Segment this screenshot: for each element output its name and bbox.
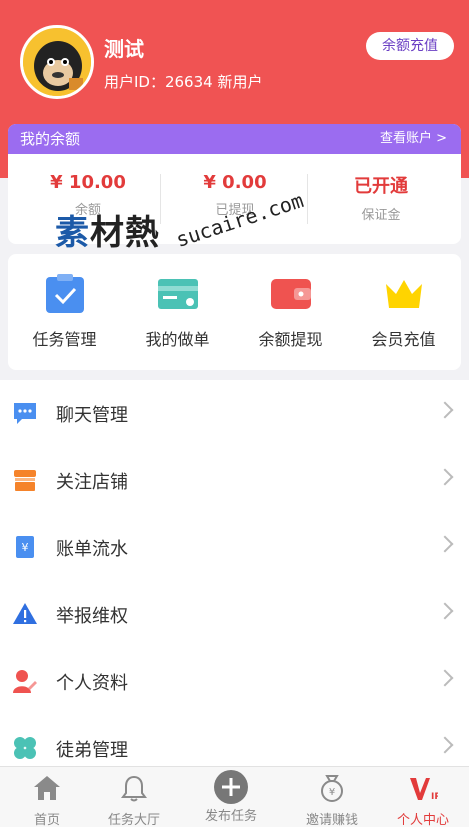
menu-label: 聊天管理 (56, 405, 128, 426)
money-bag-icon: ¥ (317, 773, 347, 803)
quick-my-orders[interactable]: 我的做单 (121, 274, 234, 350)
quick-vip-recharge[interactable]: 会员充值 (347, 274, 460, 350)
quick-label: 任务管理 (32, 330, 97, 349)
chevron-right-icon (436, 535, 454, 553)
tab-label: 任务大厅 (107, 813, 160, 827)
menu-item-chat[interactable]: 聊天管理 (0, 380, 469, 447)
stat-value: ¥ 0.00 (203, 172, 267, 193)
tab-label: 邀请赚钱 (305, 813, 358, 827)
menu-label: 举报维权 (56, 606, 128, 627)
menu-item-bill[interactable]: ¥ 账单流水 (0, 514, 469, 581)
chat-icon (12, 400, 38, 426)
user-id: 用户ID：26634 新用户 (104, 73, 263, 91)
watermark-cn: 素材熱 (55, 213, 160, 253)
svg-text:¥: ¥ (329, 787, 335, 798)
card-icon (157, 274, 199, 312)
menu-list: 聊天管理 关注店铺 ¥ 账单流水 举报维权 个人资料 徒弟管理 (0, 380, 469, 782)
store-icon (12, 467, 38, 493)
tab-publish[interactable]: 发布任务 (184, 770, 278, 824)
tab-home[interactable]: 首页 (0, 773, 94, 827)
clover-icon (12, 735, 38, 761)
quick-actions: 任务管理 我的做单 余额提现 会员充值 (8, 254, 461, 370)
quick-task-management[interactable]: 任务管理 (8, 274, 121, 350)
menu-item-report[interactable]: 举报维权 (0, 581, 469, 648)
plus-circle-icon (213, 769, 249, 805)
menu-item-profile[interactable]: 个人资料 (0, 648, 469, 715)
svg-text:IP: IP (431, 792, 438, 802)
balance-title: 我的余额 (20, 130, 81, 148)
view-account-link[interactable]: 查看账户 > (380, 124, 447, 154)
wallet-icon (270, 274, 312, 312)
bell-icon (119, 773, 149, 803)
vip-icon: IP (408, 773, 441, 803)
avatar[interactable] (20, 25, 94, 99)
chevron-right-icon (436, 468, 454, 486)
tab-label: 发布任务 (204, 809, 257, 824)
menu-label: 账单流水 (56, 539, 128, 560)
stat-value: ¥ 10.00 (50, 172, 126, 193)
tab-label: 首页 (33, 813, 60, 827)
menu-label: 个人资料 (56, 673, 128, 694)
svg-text:¥: ¥ (22, 541, 29, 554)
quick-label: 我的做单 (145, 330, 210, 349)
warning-icon (12, 601, 38, 627)
bill-icon: ¥ (12, 534, 38, 560)
balance-header: 我的余额 查看账户 > (8, 124, 461, 154)
profile-edit-icon (12, 668, 38, 694)
quick-label: 余额提现 (258, 330, 323, 349)
tab-label: 个人中心 (396, 813, 449, 827)
stat-label: 保证金 (361, 208, 401, 223)
quick-label: 会员充值 (371, 330, 436, 349)
clipboard-check-icon (44, 274, 86, 313)
menu-item-store[interactable]: 关注店铺 (0, 447, 469, 514)
username: 测试 (104, 37, 144, 61)
chevron-right-icon (436, 736, 454, 754)
crown-icon (383, 274, 425, 312)
topup-button[interactable]: 余额充值 (366, 32, 454, 60)
tab-task-hall[interactable]: 任务大厅 (87, 773, 181, 827)
stat-deposit[interactable]: 已开通 保证金 (306, 172, 456, 223)
bottom-tab-bar: 首页 任务大厅 发布任务 ¥ 邀请赚钱 IP 个人中心 (0, 766, 469, 827)
chevron-right-icon (436, 401, 454, 419)
menu-label: 关注店铺 (56, 472, 128, 493)
stat-value: 已开通 (354, 176, 408, 197)
tab-invite[interactable]: ¥ 邀请赚钱 (285, 773, 379, 827)
tab-personal-center[interactable]: IP 个人中心 (376, 773, 469, 827)
quick-withdraw[interactable]: 余额提现 (234, 274, 347, 350)
chevron-right-icon (436, 602, 454, 620)
menu-label: 徒弟管理 (56, 740, 128, 761)
chevron-right-icon (436, 669, 454, 687)
home-icon (32, 773, 62, 803)
